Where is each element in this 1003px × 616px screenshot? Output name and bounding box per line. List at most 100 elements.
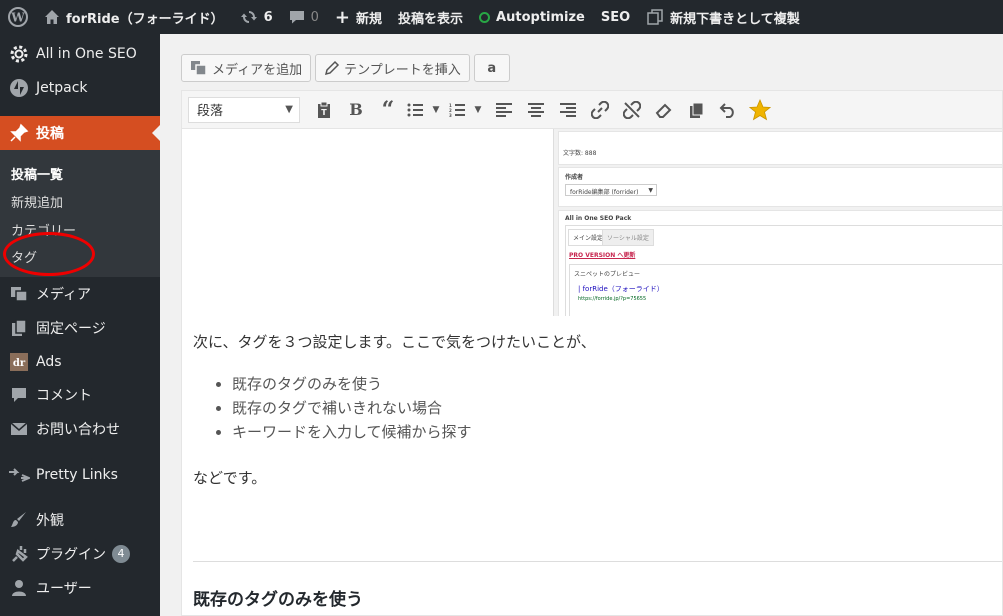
align-center-icon [528, 102, 544, 117]
bullet-list-dropdown[interactable]: ▼ [426, 95, 446, 125]
numbered-list-button[interactable]: 123 [446, 95, 468, 125]
undo-button[interactable] [712, 95, 744, 125]
content-bullet-list: 既存のタグのみを使う 既存のタグで補いきれない場合 キーワードを入力して候補から… [212, 373, 472, 445]
insert-template-label: テンプレートを挿入 [344, 62, 461, 78]
view-post-link[interactable]: 投稿を表示 [390, 0, 471, 34]
editor-content[interactable]: 文字数: 888 作成者 forRide編集部 (forrider) ▼ All… [181, 128, 1003, 616]
gear-icon [8, 43, 30, 65]
align-left-button[interactable] [488, 95, 520, 125]
align-right-icon [560, 102, 576, 117]
duplicate-link[interactable]: 新規下書きとして複製 [638, 0, 808, 34]
link-icon [591, 100, 609, 119]
menu-appearance[interactable]: 外観 [0, 503, 160, 537]
ads-icon: dr [8, 351, 30, 373]
list-item: 既存のタグで補いきれない場合 [232, 397, 472, 421]
menu-jetpack[interactable]: Jetpack [0, 71, 160, 105]
svg-text:3: 3 [449, 113, 452, 117]
bold-button[interactable]: B [340, 95, 372, 125]
bullet-list-button[interactable] [404, 95, 426, 125]
menu-media[interactable]: メディア [0, 277, 160, 311]
align-center-button[interactable] [520, 95, 552, 125]
menu-posts[interactable]: 投稿 [0, 116, 160, 150]
wordpress-logo[interactable]: W [0, 0, 36, 34]
unlink-icon [623, 100, 641, 119]
menu-pretty-links[interactable]: Pretty Links [0, 458, 160, 492]
wordpress-icon: W [8, 7, 28, 27]
comment-icon [289, 9, 305, 25]
bold-icon: B [349, 100, 363, 119]
embed-aioseo-panel: メイン設定 ソーシャル設定 PRO VERSION へ更新 スニペットのプレビュ… [565, 225, 1002, 316]
pencil-icon [324, 60, 340, 76]
embed-author-heading: 作成者 [565, 174, 584, 181]
format-select-value: 段落 [197, 104, 224, 119]
list-item: 既存のタグのみを使う [232, 373, 472, 397]
comments-count: 0 [310, 9, 319, 25]
new-content-link[interactable]: + 新規 [327, 0, 390, 34]
autoptimize-link[interactable]: Autoptimize [471, 0, 593, 34]
status-dot-icon [479, 11, 491, 23]
format-select[interactable]: 段落 ▼ [188, 96, 300, 123]
menu-label: Jetpack [36, 80, 88, 96]
comment-icon [8, 384, 30, 406]
unlink-button[interactable] [616, 95, 648, 125]
embed-aioseo-card: All in One SEO Pack メイン設定 ソーシャル設定 PRO VE… [558, 210, 1002, 316]
embed-top-card: 文字数: 888 [558, 131, 1002, 165]
site-name-link[interactable]: forRide（フォーライド） [36, 0, 232, 34]
seo-link[interactable]: SEO [593, 0, 638, 34]
updates-icon [240, 8, 258, 26]
comments-link[interactable]: 0 [281, 0, 327, 34]
blockquote-button[interactable]: “ [372, 95, 404, 125]
menu-comments[interactable]: コメント [0, 378, 160, 412]
content-heading: 既存のタグのみを使う [193, 590, 363, 610]
svg-text:dr: dr [13, 358, 26, 369]
media-buttons: メディアを追加 テンプレートを挿入 a [181, 54, 510, 82]
menu-all-in-one-seo[interactable]: All in One SEO [0, 37, 160, 71]
page-icon [8, 317, 30, 339]
site-name: forRide（フォーライド） [66, 11, 224, 27]
menu-label: プラグイン [36, 547, 106, 563]
menu-ads[interactable]: dr Ads [0, 345, 160, 379]
submenu-all-posts[interactable]: 投稿一覧 [11, 164, 63, 183]
content-paragraph: 次に、タグを３つ設定します。ここで気をつけたいことが、 [193, 333, 596, 351]
amazon-icon: a [487, 60, 497, 76]
embed-author-select: forRide編集部 (forrider) ▼ [565, 184, 657, 196]
add-media-button[interactable]: メディアを追加 [181, 54, 312, 82]
submenu-tags[interactable]: タグ [11, 247, 37, 266]
insert-template-button[interactable]: テンプレートを挿入 [315, 54, 470, 82]
menu-contact[interactable]: お問い合わせ [0, 412, 160, 446]
eraser-icon [655, 103, 672, 118]
embedded-screenshot: 文字数: 888 作成者 forRide編集部 (forrider) ▼ All… [553, 129, 1002, 316]
insert-link-button[interactable] [584, 95, 616, 125]
paste-text-button[interactable]: T [308, 95, 340, 125]
pin-icon [8, 122, 30, 144]
copy-icon [646, 8, 664, 26]
numbered-list-icon: 123 [449, 103, 465, 117]
amazon-button[interactable]: a [473, 54, 510, 82]
clear-format-button[interactable] [648, 95, 680, 125]
favorite-button[interactable] [744, 95, 776, 125]
posts-submenu: 投稿一覧 新規追加 カテゴリー タグ [0, 150, 160, 277]
view-post-label: 投稿を表示 [398, 11, 464, 27]
editor-toolbar: 段落 ▼ T B “ ▼ 123 ▼ [181, 90, 1003, 128]
embed-aioseo-heading: All in One SEO Pack [565, 215, 632, 222]
list-item: キーワードを入力して候補から探す [232, 421, 472, 445]
menu-plugins[interactable]: プラグイン 4 [0, 537, 160, 571]
jetpack-icon [8, 77, 30, 99]
content-divider [193, 561, 1002, 562]
media-icon [8, 283, 30, 305]
menu-users[interactable]: ユーザー [0, 571, 160, 605]
new-label: 新規 [356, 11, 383, 27]
numbered-list-dropdown[interactable]: ▼ [468, 95, 488, 125]
embed-author-value: forRide編集部 (forrider) [570, 189, 639, 196]
bullet-list-icon [407, 103, 423, 116]
submenu-categories[interactable]: カテゴリー [11, 220, 76, 239]
menu-pages[interactable]: 固定ページ [0, 311, 160, 345]
embed-author-card: 作成者 forRide編集部 (forrider) ▼ [558, 167, 1002, 207]
updates-link[interactable]: 6 [232, 0, 281, 34]
submenu-add-new[interactable]: 新規追加 [11, 192, 63, 211]
autoptimize-label: Autoptimize [496, 9, 585, 25]
paste-word-button[interactable] [680, 95, 712, 125]
duplicate-label: 新規下書きとして複製 [670, 11, 800, 27]
chevron-down-icon: ▼ [432, 104, 440, 115]
align-right-button[interactable] [552, 95, 584, 125]
